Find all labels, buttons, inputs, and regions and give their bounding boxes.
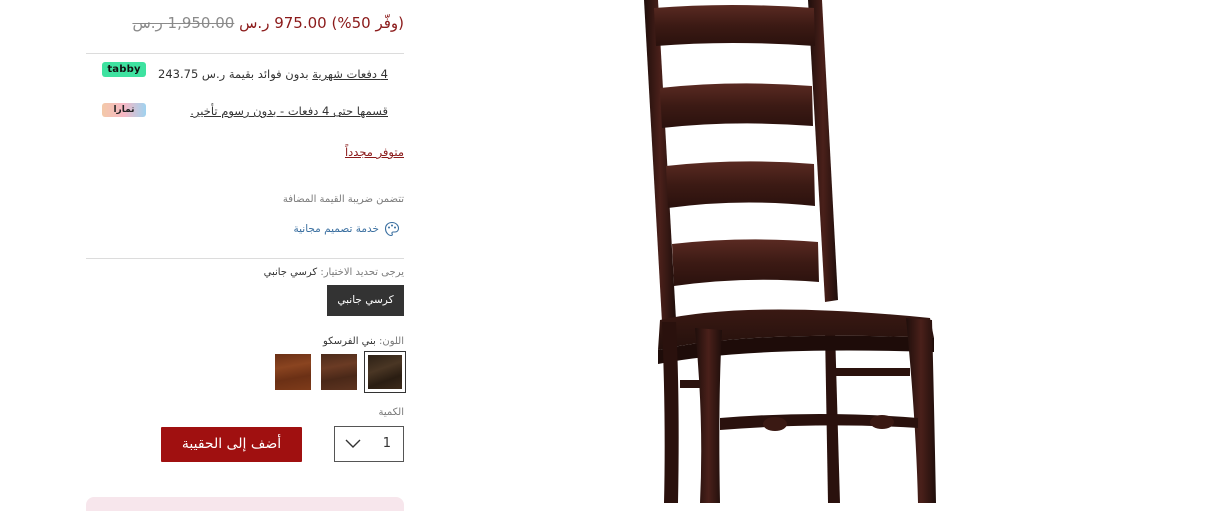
tabby-installment-row: tabby 4 دفعات شهرية بدون فوائد بقيمة ر.س…: [90, 62, 390, 84]
tabby-logo: tabby: [102, 62, 146, 77]
color-swatch-espresso[interactable]: [364, 351, 406, 393]
palette-icon: [384, 221, 400, 237]
price-current: 975.00 ر.س: [239, 14, 327, 32]
quantity-select[interactable]: 1: [334, 426, 404, 462]
price-savings: (وفّر 50%): [331, 14, 404, 32]
tamara-installment-row: تمارا قسمها حتى 4 دفعات - بدون رسوم تأخي…: [90, 101, 390, 121]
price-line: (وفّر 50%) 975.00 ر.س 1,950.00 ر.س: [132, 14, 404, 38]
divider: [86, 258, 404, 259]
chair-illustration: [644, 0, 936, 503]
promo-banner: [86, 497, 404, 511]
availability-link[interactable]: متوفر مجدداً: [300, 145, 404, 159]
quantity-value: 1: [382, 436, 391, 451]
design-service-label: خدمة تصميم مجانية: [293, 223, 379, 235]
color-swatch-mahogany[interactable]: [275, 354, 311, 390]
option-prompt: يرجى تحديد الاختيار:: [320, 267, 404, 278]
tamara-installment-link[interactable]: قسمها حتى 4 دفعات - بدون رسوم تأخير.: [190, 104, 388, 118]
tabby-installment-details: بدون فوائد بقيمة ر.س 243.75: [158, 67, 313, 81]
quantity-label: الكمية: [378, 407, 404, 418]
color-selected-value: بني الفرسكو: [323, 336, 376, 347]
tabby-installment-link[interactable]: 4 دفعات شهرية: [312, 67, 388, 81]
design-service-link[interactable]: خدمة تصميم مجانية: [200, 221, 404, 239]
swatch-fill: [368, 355, 402, 389]
color-label: اللون: بني الفرسكو: [250, 336, 404, 347]
tabby-installment-text: 4 دفعات شهرية بدون فوائد بقيمة ر.س 243.7…: [158, 67, 388, 81]
add-to-bag-button[interactable]: أضف إلى الحقيبة: [161, 427, 302, 462]
option-selected-value: كرسي جانبي: [263, 267, 318, 278]
tamara-logo: تمارا: [102, 103, 146, 117]
option-side-chair-button[interactable]: كرسي جانبي: [327, 285, 404, 316]
product-image: [600, 0, 980, 503]
option-label: يرجى تحديد الاختيار: كرسي جانبي: [200, 267, 404, 278]
price-original: 1,950.00 ر.س: [132, 14, 235, 32]
chevron-down-icon: [345, 439, 361, 448]
color-prompt: اللون:: [378, 336, 404, 347]
divider: [86, 53, 404, 54]
color-swatch-walnut[interactable]: [321, 354, 357, 390]
vat-note: تتضمن ضريبة القيمة المضافة: [282, 194, 404, 205]
